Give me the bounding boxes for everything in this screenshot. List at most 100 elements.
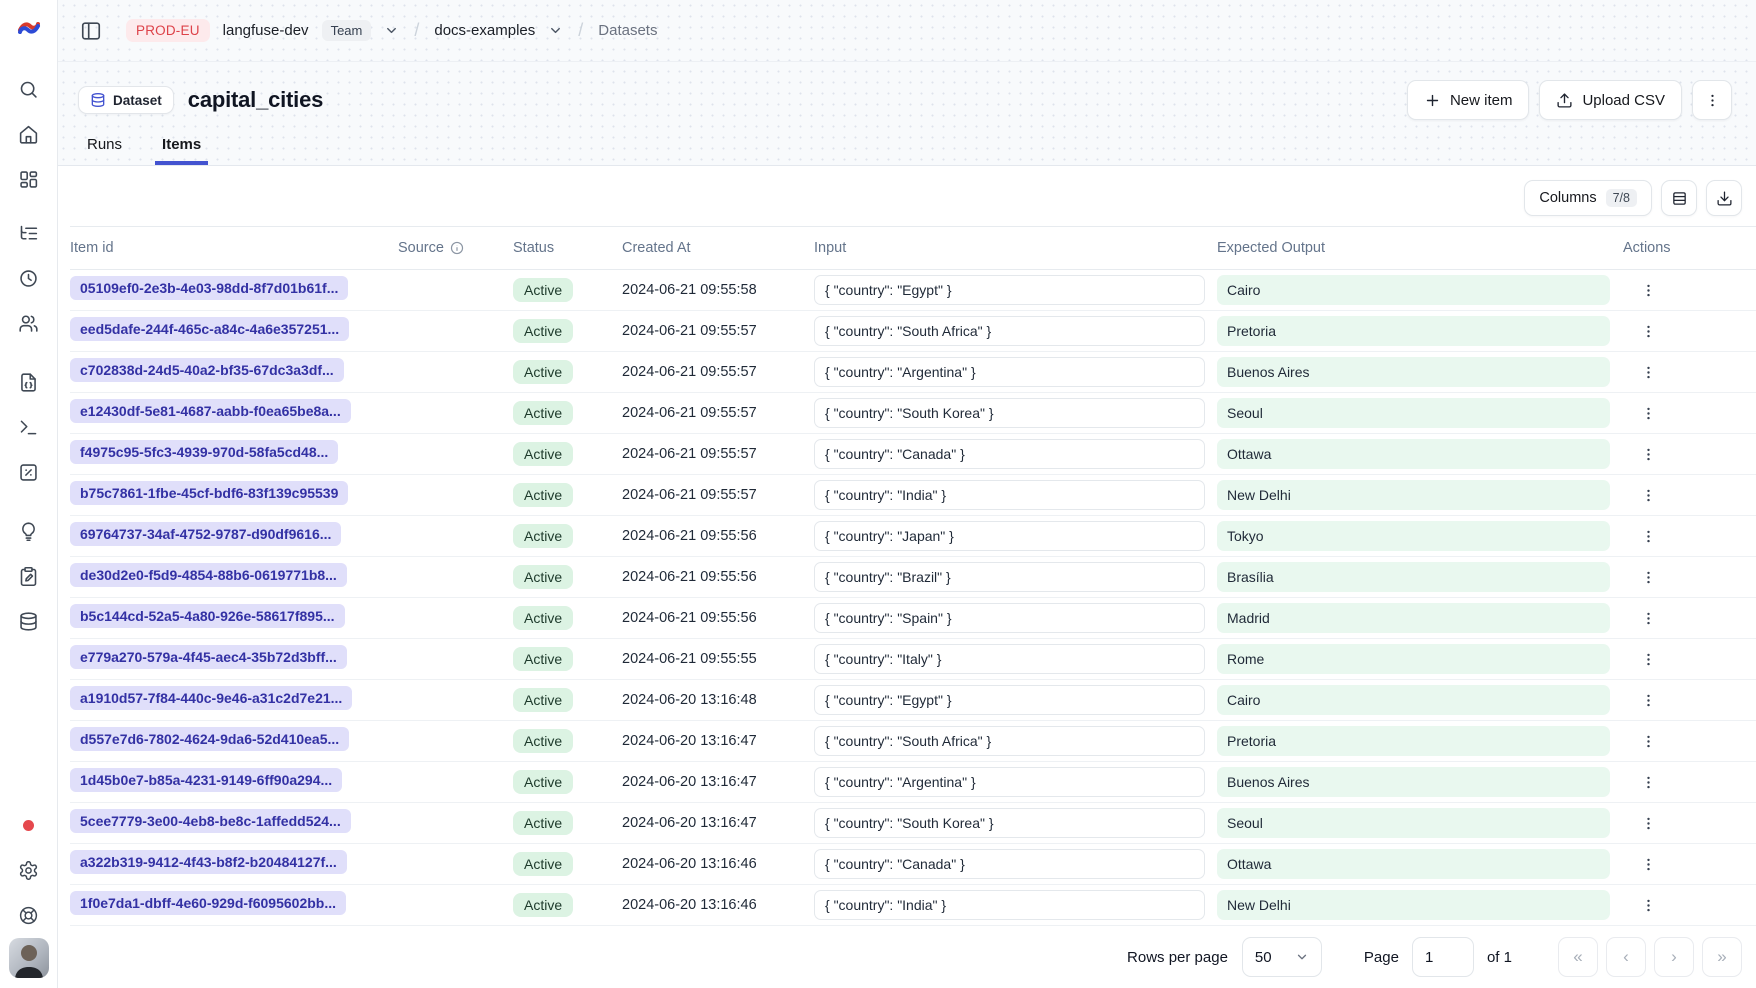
item-id-link[interactable]: a1910d57-7f84-440c-9e46-a31c2d7e21... xyxy=(70,686,352,710)
item-id-link[interactable]: f4975c95-5fc3-4939-970d-58fa5cd48... xyxy=(70,440,338,464)
row-height-button[interactable] xyxy=(1661,180,1697,216)
column-header-status[interactable]: Status xyxy=(513,240,622,256)
row-actions-kebab[interactable] xyxy=(1631,683,1665,717)
expected-output-cell[interactable]: New Delhi xyxy=(1217,480,1610,510)
row-actions-kebab[interactable] xyxy=(1631,273,1665,307)
input-cell[interactable]: { "country": "South Korea" } xyxy=(814,398,1205,428)
expected-output-cell[interactable]: Ottawa xyxy=(1217,439,1610,469)
expected-output-cell[interactable]: Ottawa xyxy=(1217,849,1610,879)
input-cell[interactable]: { "country": "South Korea" } xyxy=(814,808,1205,838)
home-icon[interactable] xyxy=(7,112,51,157)
row-actions-kebab[interactable] xyxy=(1631,478,1665,512)
expected-output-cell[interactable]: New Delhi xyxy=(1217,890,1610,920)
expected-output-cell[interactable]: Buenos Aires xyxy=(1217,357,1610,387)
settings-gear-icon[interactable] xyxy=(7,848,51,893)
input-cell[interactable]: { "country": "India" } xyxy=(814,890,1205,920)
column-header-source[interactable]: Source xyxy=(398,240,513,256)
expected-output-cell[interactable]: Rome xyxy=(1217,644,1610,674)
input-cell[interactable]: { "country": "Spain" } xyxy=(814,603,1205,633)
expected-output-cell[interactable]: Pretoria xyxy=(1217,726,1610,756)
datasets-database-icon[interactable] xyxy=(7,599,51,644)
row-actions-kebab[interactable] xyxy=(1631,765,1665,799)
input-cell[interactable]: { "country": "Argentina" } xyxy=(814,357,1205,387)
column-header-created-at[interactable]: Created At xyxy=(622,240,814,256)
new-item-button[interactable]: New item xyxy=(1407,80,1530,120)
info-icon[interactable] xyxy=(450,241,464,255)
expected-output-cell[interactable]: Pretoria xyxy=(1217,316,1610,346)
item-id-link[interactable]: eed5dafe-244f-465c-a84c-4a6e357251... xyxy=(70,317,349,341)
item-id-link[interactable]: 05109ef0-2e3b-4e03-98dd-8f7d01b61f... xyxy=(70,276,348,300)
item-id-link[interactable]: b75c7861-1fbe-45cf-bdf6-83f139c95539 xyxy=(70,481,348,505)
row-actions-kebab[interactable] xyxy=(1631,601,1665,635)
notification-dot[interactable] xyxy=(7,803,51,848)
row-actions-kebab[interactable] xyxy=(1631,396,1665,430)
sidebar-toggle-icon[interactable] xyxy=(78,18,104,44)
expected-output-cell[interactable]: Brasília xyxy=(1217,562,1610,592)
dashboard-grid-icon[interactable] xyxy=(7,157,51,202)
row-actions-kebab[interactable] xyxy=(1631,560,1665,594)
item-id-link[interactable]: a322b319-9412-4f43-b8f2-b20484127f... xyxy=(70,850,347,874)
search-icon[interactable] xyxy=(7,67,51,112)
llm-judge-lightbulb-icon[interactable] xyxy=(7,509,51,554)
columns-button[interactable]: Columns 7/8 xyxy=(1524,180,1652,216)
input-cell[interactable]: { "country": "Brazil" } xyxy=(814,562,1205,592)
tracing-icon[interactable] xyxy=(7,211,51,256)
expected-output-cell[interactable]: Seoul xyxy=(1217,398,1610,428)
row-actions-kebab[interactable] xyxy=(1631,355,1665,389)
row-actions-kebab[interactable] xyxy=(1631,847,1665,881)
input-cell[interactable]: { "country": "South Africa" } xyxy=(814,726,1205,756)
export-download-button[interactable] xyxy=(1706,180,1742,216)
input-cell[interactable]: { "country": "Japan" } xyxy=(814,521,1205,551)
row-actions-kebab[interactable] xyxy=(1631,519,1665,553)
first-page-button[interactable]: « xyxy=(1558,937,1598,977)
row-actions-kebab[interactable] xyxy=(1631,888,1665,922)
item-id-link[interactable]: b5c144cd-52a5-4a80-926e-58617f895... xyxy=(70,604,345,628)
evaluators-percent-icon[interactable] xyxy=(7,450,51,495)
row-actions-kebab[interactable] xyxy=(1631,437,1665,471)
input-cell[interactable]: { "country": "Canada" } xyxy=(814,849,1205,879)
project-switcher-chevron-icon[interactable] xyxy=(548,23,563,38)
upload-csv-button[interactable]: Upload CSV xyxy=(1539,80,1682,120)
expected-output-cell[interactable]: Cairo xyxy=(1217,275,1610,305)
org-name[interactable]: langfuse-dev xyxy=(223,22,309,39)
dataset-more-actions-button[interactable] xyxy=(1692,80,1732,120)
input-cell[interactable]: { "country": "Italy" } xyxy=(814,644,1205,674)
input-cell[interactable]: { "country": "India" } xyxy=(814,480,1205,510)
page-number-input[interactable] xyxy=(1412,937,1474,977)
previous-page-button[interactable]: ‹ xyxy=(1606,937,1646,977)
item-id-link[interactable]: e779a270-579a-4f45-aec4-35b72d3bff... xyxy=(70,645,347,669)
sessions-clock-icon[interactable] xyxy=(7,256,51,301)
input-cell[interactable]: { "country": "Egypt" } xyxy=(814,275,1205,305)
tab-runs[interactable]: Runs xyxy=(80,136,129,165)
langfuse-logo[interactable] xyxy=(14,13,44,43)
item-id-link[interactable]: 1f0e7da1-dbff-4e60-929d-f6095602bb... xyxy=(70,891,346,915)
row-actions-kebab[interactable] xyxy=(1631,642,1665,676)
support-lifebuoy-icon[interactable] xyxy=(7,893,51,938)
input-cell[interactable]: { "country": "South Africa" } xyxy=(814,316,1205,346)
item-id-link[interactable]: de30d2e0-f5d9-4854-88b6-0619771b8... xyxy=(70,563,347,587)
item-id-link[interactable]: e12430df-5e81-4687-aabb-f0ea65be8a... xyxy=(70,399,351,423)
expected-output-cell[interactable]: Madrid xyxy=(1217,603,1610,633)
column-header-item-id[interactable]: Item id xyxy=(70,240,398,256)
row-actions-kebab[interactable] xyxy=(1631,724,1665,758)
breadcrumb-section[interactable]: Datasets xyxy=(598,22,657,39)
item-id-link[interactable]: c702838d-24d5-40a2-bf35-67dc3a3df... xyxy=(70,358,344,382)
next-page-button[interactable]: › xyxy=(1654,937,1694,977)
prompts-file-icon[interactable] xyxy=(7,360,51,405)
tab-items[interactable]: Items xyxy=(155,136,208,165)
last-page-button[interactable]: » xyxy=(1702,937,1742,977)
column-header-expected-output[interactable]: Expected Output xyxy=(1217,240,1623,256)
user-avatar[interactable] xyxy=(9,938,49,978)
row-actions-kebab[interactable] xyxy=(1631,806,1665,840)
expected-output-cell[interactable]: Cairo xyxy=(1217,685,1610,715)
expected-output-cell[interactable]: Tokyo xyxy=(1217,521,1610,551)
item-id-link[interactable]: 1d45b0e7-b85a-4231-9149-6ff90a294... xyxy=(70,768,342,792)
row-actions-kebab[interactable] xyxy=(1631,314,1665,348)
item-id-link[interactable]: 69764737-34af-4752-9787-d90df9616... xyxy=(70,522,341,546)
expected-output-cell[interactable]: Buenos Aires xyxy=(1217,767,1610,797)
column-header-input[interactable]: Input xyxy=(814,240,1217,256)
project-name[interactable]: docs-examples xyxy=(434,22,535,39)
rows-per-page-select[interactable]: 50 xyxy=(1242,937,1322,977)
input-cell[interactable]: { "country": "Canada" } xyxy=(814,439,1205,469)
input-cell[interactable]: { "country": "Egypt" } xyxy=(814,685,1205,715)
